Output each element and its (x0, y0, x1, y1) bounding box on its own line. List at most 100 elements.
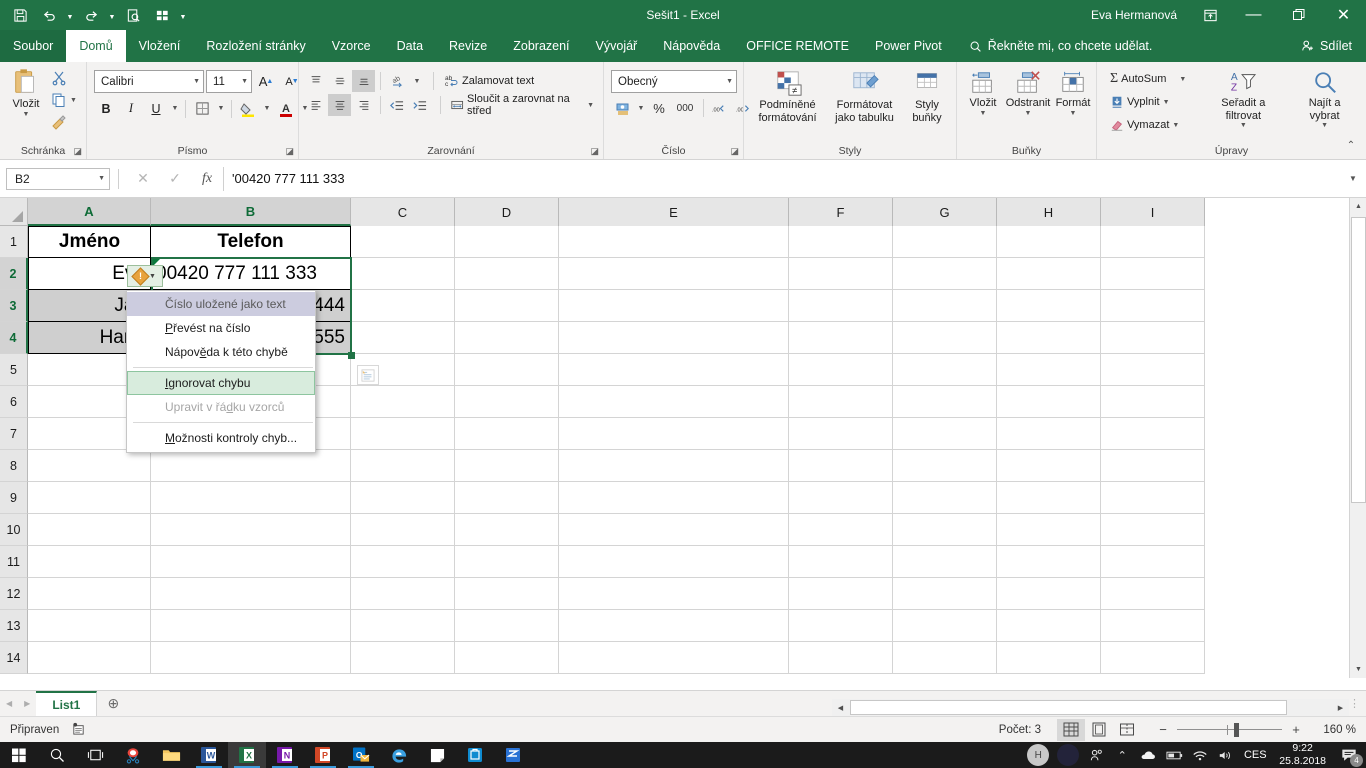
cell-h10[interactable] (997, 514, 1101, 546)
tab-power-pivot[interactable]: Power Pivot (862, 30, 955, 62)
cell-c7[interactable] (351, 418, 455, 450)
cell-d4[interactable] (455, 322, 559, 354)
autosum-button[interactable]: Σ AutoSum ▼ (1106, 68, 1190, 90)
fill-button[interactable]: Vyplnit ▼ (1106, 91, 1190, 113)
cell-h14[interactable] (997, 642, 1101, 674)
cell-c8[interactable] (351, 450, 455, 482)
row-header-8[interactable]: 8 (0, 450, 28, 482)
cell-e13[interactable] (559, 610, 789, 642)
cell-h1[interactable] (997, 226, 1101, 258)
cell-c14[interactable] (351, 642, 455, 674)
cell-a13[interactable] (28, 610, 151, 642)
confirm-edit-button[interactable]: ✓ (159, 167, 191, 191)
cell-d10[interactable] (455, 514, 559, 546)
row-header-11[interactable]: 11 (0, 546, 28, 578)
cell-f13[interactable] (789, 610, 893, 642)
cell-e14[interactable] (559, 642, 789, 674)
collapse-ribbon-icon[interactable]: ⌃ (1340, 135, 1362, 155)
delete-cells-button[interactable]: Odstranit ▼ (1004, 68, 1052, 119)
format-as-table-button[interactable]: Formátovat jako tabulku (826, 68, 903, 126)
cell-e6[interactable] (559, 386, 789, 418)
italic-button[interactable]: I (119, 97, 143, 120)
cell-d7[interactable] (455, 418, 559, 450)
page-break-view-button[interactable] (1113, 719, 1141, 741)
close-button[interactable]: ✕ (1321, 0, 1366, 30)
format-cells-dropdown-icon[interactable]: ▼ (1070, 110, 1077, 117)
cell-i4[interactable] (1101, 322, 1205, 354)
cell-h7[interactable] (997, 418, 1101, 450)
cancel-edit-button[interactable]: ✕ (127, 167, 159, 191)
cell-i6[interactable] (1101, 386, 1205, 418)
cell-c10[interactable] (351, 514, 455, 546)
cell-e1[interactable] (559, 226, 789, 258)
accounting-dropdown-icon[interactable]: ▼ (635, 97, 647, 119)
merge-dropdown-icon[interactable]: ▼ (587, 102, 594, 109)
cell-e12[interactable] (559, 578, 789, 610)
people-icon[interactable] (1083, 742, 1109, 768)
row-header-14[interactable]: 14 (0, 642, 28, 674)
tab-domu[interactable]: Domů (66, 30, 126, 62)
cell-e4[interactable] (559, 322, 789, 354)
autosum-dropdown-icon[interactable]: ▼ (1179, 76, 1186, 83)
align-bottom-button[interactable] (352, 70, 375, 92)
cell-d9[interactable] (455, 482, 559, 514)
cell-f5[interactable] (789, 354, 893, 386)
minimize-button[interactable]: — (1231, 0, 1276, 30)
menu-item-ignore-error[interactable]: Ignorovat chybu (127, 371, 315, 395)
expand-formula-bar-icon[interactable]: ▼ (1340, 174, 1366, 183)
cell-b12[interactable] (151, 578, 351, 610)
cell-g12[interactable] (893, 578, 997, 610)
underline-button[interactable]: U (144, 97, 168, 120)
cell-b14[interactable] (151, 642, 351, 674)
cell-i8[interactable] (1101, 450, 1205, 482)
cell-i12[interactable] (1101, 578, 1205, 610)
cell-d2[interactable] (455, 258, 559, 290)
column-header-i[interactable]: I (1101, 198, 1205, 226)
cell-h5[interactable] (997, 354, 1101, 386)
language-indicator[interactable]: CES (1239, 742, 1271, 768)
cell-h9[interactable] (997, 482, 1101, 514)
column-header-f[interactable]: F (789, 198, 893, 226)
tab-zobrazeni[interactable]: Zobrazení (500, 30, 582, 62)
word-button[interactable]: W (190, 742, 228, 768)
borders-button[interactable] (190, 97, 214, 120)
user-avatar[interactable]: H (1023, 742, 1053, 768)
restore-button[interactable] (1276, 0, 1321, 30)
accounting-format-button[interactable] (611, 97, 634, 119)
cell-f10[interactable] (789, 514, 893, 546)
cell-g7[interactable] (893, 418, 997, 450)
onenote-button[interactable]: N (266, 742, 304, 768)
fill-color-button[interactable] (236, 97, 260, 120)
undo-dropdown-icon[interactable]: ▼ (64, 2, 76, 28)
cell-h12[interactable] (997, 578, 1101, 610)
find-select-button[interactable]: Najít a vybrat ▼ (1288, 68, 1361, 131)
cell-h3[interactable] (997, 290, 1101, 322)
cell-f3[interactable] (789, 290, 893, 322)
bold-button[interactable]: B (94, 97, 118, 120)
clear-dropdown-icon[interactable]: ▼ (1172, 122, 1179, 129)
menu-item-help-on-this-error[interactable]: Nápověda k této chybě (127, 340, 315, 364)
cell-f14[interactable] (789, 642, 893, 674)
cell-f1[interactable] (789, 226, 893, 258)
cell-f4[interactable] (789, 322, 893, 354)
tab-vzorce[interactable]: Vzorce (319, 30, 384, 62)
cell-d1[interactable] (455, 226, 559, 258)
column-header-b[interactable]: B (151, 198, 351, 226)
cell-c13[interactable] (351, 610, 455, 642)
increase-indent-button[interactable] (409, 94, 430, 116)
cell-i10[interactable] (1101, 514, 1205, 546)
insert-cells-dropdown-icon[interactable]: ▼ (980, 110, 987, 117)
scroll-left-button[interactable]: ◀ (832, 699, 849, 716)
cell-b13[interactable] (151, 610, 351, 642)
tab-rozlozeni-stranky[interactable]: Rozložení stránky (193, 30, 318, 62)
insert-function-button[interactable]: fx (191, 167, 223, 191)
powerpoint-button[interactable]: P (304, 742, 342, 768)
cell-a14[interactable] (28, 642, 151, 674)
fill-handle[interactable] (348, 352, 355, 359)
cell-e3[interactable] (559, 290, 789, 322)
cell-a1[interactable]: Jméno (28, 226, 151, 258)
paste-dropdown-icon[interactable]: ▼ (23, 111, 30, 118)
orientation-dropdown-icon[interactable]: ▼ (411, 70, 423, 92)
cell-styles-button[interactable]: Styly buňky (903, 68, 951, 126)
cell-h4[interactable] (997, 322, 1101, 354)
